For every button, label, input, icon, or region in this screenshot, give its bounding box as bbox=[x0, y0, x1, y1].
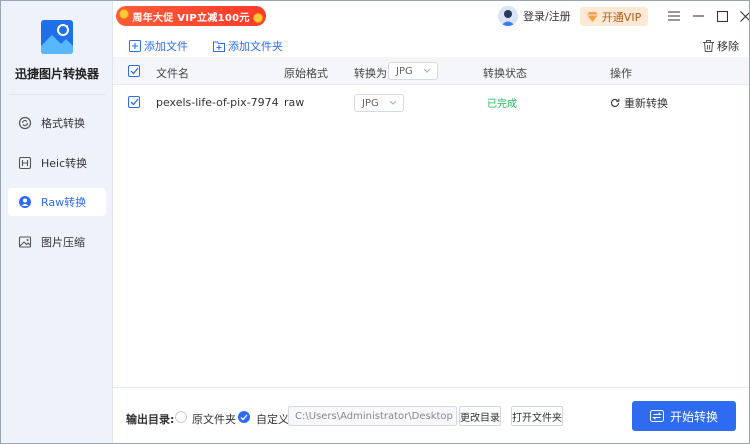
avatar-icon bbox=[498, 6, 518, 26]
sidebar-item-format-convert[interactable]: 格式转换 bbox=[8, 109, 106, 137]
convert-icon bbox=[649, 410, 664, 422]
radio-original-folder-label: 原文件夹 bbox=[192, 413, 236, 426]
coin-icon bbox=[253, 13, 263, 23]
header-action: 操作 bbox=[610, 67, 632, 80]
sidebar-item-raw-convert[interactable]: Raw转换 bbox=[8, 188, 106, 216]
vip-label: 开通VIP bbox=[601, 10, 642, 24]
open-folder-button[interactable]: 打开文件夹 bbox=[511, 406, 563, 426]
remove-button[interactable]: 移除 bbox=[703, 38, 739, 54]
add-file-icon bbox=[129, 40, 141, 52]
menu-icon[interactable] bbox=[664, 7, 684, 25]
radio-original-folder[interactable] bbox=[175, 411, 187, 423]
row-filename: pexels-life-of-pix-7974 bbox=[156, 96, 279, 109]
maximize-icon[interactable] bbox=[712, 7, 732, 25]
sidebar-divider bbox=[9, 94, 105, 95]
refresh-circle-icon bbox=[17, 115, 33, 131]
sidebar-item-label: Raw转换 bbox=[41, 196, 87, 209]
diamond-icon bbox=[586, 11, 598, 22]
sidebar-item-label: 图片压缩 bbox=[41, 236, 85, 249]
sidebar-item-label: Heic转换 bbox=[41, 157, 88, 170]
output-label: 输出目录: bbox=[126, 413, 175, 426]
start-convert-button[interactable]: 开始转换 bbox=[632, 401, 736, 431]
remove-label: 移除 bbox=[717, 40, 739, 53]
chevron-down-icon bbox=[423, 66, 431, 77]
coin-icon bbox=[119, 9, 129, 19]
promo-banner[interactable]: 周年大促 VIP立减100元 bbox=[116, 6, 266, 26]
output-bar: 输出目录: 原文件夹 自定义 C:\Users\Administrator\De… bbox=[113, 387, 749, 443]
start-convert-label: 开始转换 bbox=[669, 409, 718, 424]
login-label: 登录/注册 bbox=[523, 10, 571, 23]
reconvert-label: 重新转换 bbox=[624, 97, 668, 110]
camera-lens-icon bbox=[17, 194, 33, 210]
convert-to-all-value: JPG bbox=[396, 65, 413, 77]
header-filename: 文件名 bbox=[156, 67, 189, 80]
minimize-icon[interactable] bbox=[688, 7, 708, 25]
header-status: 转换状态 bbox=[483, 67, 527, 80]
change-dir-button[interactable]: 更改目录 bbox=[459, 406, 501, 426]
vip-button[interactable]: 开通VIP bbox=[580, 7, 648, 26]
add-folder-button[interactable]: 添加文件夹 bbox=[213, 38, 283, 54]
app-logo bbox=[39, 18, 75, 58]
add-folder-label: 添加文件夹 bbox=[228, 40, 283, 53]
sidebar-item-image-compress[interactable]: 图片压缩 bbox=[8, 228, 106, 256]
open-folder-label: 打开文件夹 bbox=[512, 412, 562, 424]
title-bar: 周年大促 VIP立减100元 登录/注册 开通VIP bbox=[113, 1, 749, 33]
row-convert-to-value: JPG bbox=[362, 97, 379, 109]
radio-custom-label: 自定义 bbox=[256, 413, 289, 426]
header-convert-to: 转换为 bbox=[354, 67, 387, 80]
row-convert-to-select[interactable]: JPG bbox=[354, 94, 404, 112]
change-dir-label: 更改目录 bbox=[460, 412, 500, 424]
output-path-input[interactable]: C:\Users\Administrator\Desktop bbox=[288, 406, 457, 426]
trash-icon bbox=[703, 40, 714, 52]
convert-to-all-select[interactable]: JPG bbox=[388, 62, 438, 80]
redo-icon bbox=[610, 98, 620, 108]
chevron-down-icon bbox=[389, 98, 397, 109]
sidebar-item-label: 格式转换 bbox=[41, 117, 85, 130]
app-window: 迅捷图片转换器 格式转换 Heic转换 Raw转换 图片压缩 周年大促 VIP立… bbox=[0, 0, 750, 444]
row-original-format: raw bbox=[284, 96, 305, 109]
table-header: 文件名 原始格式 转换为 JPG 转换状态 操作 bbox=[113, 57, 749, 85]
row-checkbox[interactable] bbox=[128, 96, 140, 108]
promo-text: 周年大促 VIP立减100元 bbox=[132, 12, 250, 24]
h-box-icon bbox=[17, 155, 33, 171]
toolbar: 添加文件 添加文件夹 移除 bbox=[113, 33, 749, 57]
add-folder-icon bbox=[213, 40, 225, 52]
add-file-button[interactable]: 添加文件 bbox=[129, 38, 188, 54]
sidebar-item-heic-convert[interactable]: Heic转换 bbox=[8, 149, 106, 177]
table-row[interactable]: pexels-life-of-pix-7974 raw JPG 已完成 重新转换 bbox=[113, 85, 749, 119]
image-icon bbox=[17, 234, 33, 250]
radio-custom[interactable] bbox=[238, 411, 250, 423]
app-name: 迅捷图片转换器 bbox=[14, 67, 99, 81]
close-icon[interactable] bbox=[735, 7, 749, 25]
login-button[interactable]: 登录/注册 bbox=[498, 6, 571, 26]
sidebar: 迅捷图片转换器 格式转换 Heic转换 Raw转换 图片压缩 bbox=[1, 1, 113, 443]
row-status: 已完成 bbox=[487, 99, 517, 110]
header-original-format: 原始格式 bbox=[284, 67, 328, 80]
add-file-label: 添加文件 bbox=[144, 40, 188, 53]
select-all-checkbox[interactable] bbox=[128, 65, 140, 77]
output-path-value: C:\Users\Administrator\Desktop bbox=[295, 410, 453, 422]
reconvert-button[interactable]: 重新转换 bbox=[610, 95, 668, 111]
